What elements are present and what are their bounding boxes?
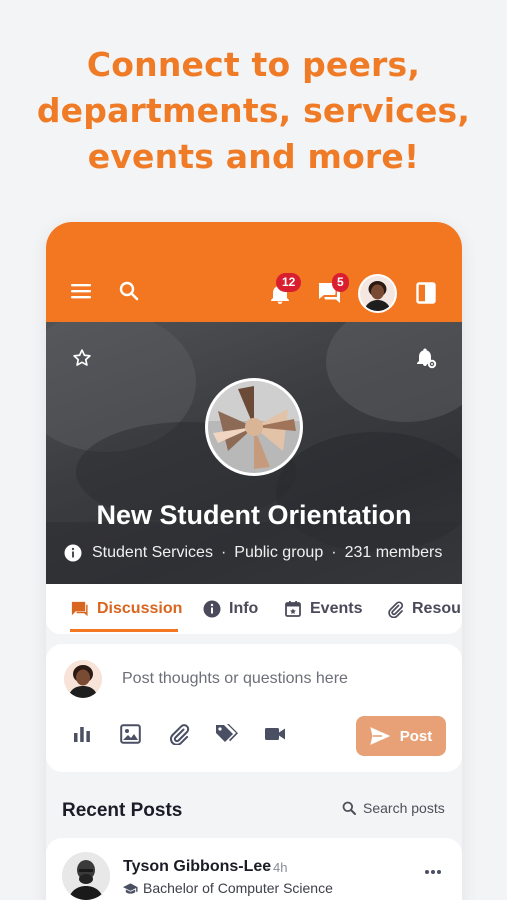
notification-badge: 12 <box>276 273 302 292</box>
group-title: New Student Orientation <box>96 500 412 530</box>
search-icon[interactable] <box>118 280 140 302</box>
search-icon <box>342 801 356 815</box>
post-button-label: Post <box>399 727 433 745</box>
search-posts-label: Search posts <box>363 800 445 816</box>
star-icon[interactable] <box>72 348 92 368</box>
post-composer: Post thoughts or questions here Post <box>46 644 462 772</box>
author-degree: Bachelor of Computer Science <box>123 880 333 896</box>
top-app-bar: 12 5 <box>46 222 462 322</box>
post-time: · 4h <box>265 860 287 875</box>
headline-line-1: Connect to peers, <box>86 45 421 84</box>
recent-posts-heading: Recent Posts <box>62 800 183 821</box>
tab-label: Events <box>310 600 363 617</box>
info-icon <box>203 600 221 618</box>
post-button[interactable]: Post <box>356 716 446 756</box>
calendar-icon <box>285 601 301 617</box>
search-posts-button[interactable]: Search posts <box>342 800 445 816</box>
time-separator: · <box>265 860 270 875</box>
notification-settings-icon[interactable] <box>414 346 438 370</box>
tab-label: Discussion <box>97 600 183 617</box>
tab-label: Resour <box>412 600 462 617</box>
group-member-count[interactable]: 231 members <box>345 544 443 562</box>
post-author[interactable]: Tyson Gibbons-Lee <box>123 858 271 876</box>
post-input[interactable]: Post thoughts or questions here <box>122 670 348 688</box>
group-cover: New Student Orientation Student Services… <box>46 322 462 584</box>
author-avatar[interactable] <box>62 852 110 900</box>
headline-line-2: departments, services, <box>36 91 471 130</box>
post-time-value: 4h <box>272 860 288 875</box>
group-avatar <box>205 378 303 476</box>
menu-icon[interactable] <box>70 282 92 300</box>
tab-events[interactable]: Events <box>284 584 362 634</box>
send-icon <box>370 727 390 745</box>
tag-icon[interactable] <box>215 723 239 750</box>
info-icon[interactable] <box>64 544 82 562</box>
poll-icon[interactable] <box>73 725 91 748</box>
phone-screen: 12 5 New Student Orientation Student Ser… <box>46 222 462 900</box>
video-icon[interactable] <box>264 726 286 747</box>
message-badge: 5 <box>332 273 349 292</box>
group-tabs: Discussion Info Events Resour <box>46 584 462 634</box>
image-icon[interactable] <box>120 724 141 749</box>
headline: Connect to peers, departments, services,… <box>0 42 507 180</box>
active-tab-indicator <box>70 629 178 632</box>
group-organizer[interactable]: Student Services <box>92 544 213 562</box>
group-privacy: Public group <box>234 544 324 561</box>
tab-label: Info <box>229 600 259 617</box>
author-degree-label: Bachelor of Computer Science <box>143 880 333 896</box>
paperclip-icon <box>388 601 404 618</box>
panel-icon[interactable] <box>416 282 436 304</box>
tab-discussion[interactable]: Discussion <box>70 584 182 634</box>
discussion-icon <box>71 601 88 616</box>
post-card[interactable]: Tyson Gibbons-Lee · 4h Bachelor of Compu… <box>46 838 462 900</box>
avatar[interactable] <box>358 274 397 313</box>
meta-separator: · <box>220 544 227 561</box>
tab-resources[interactable]: Resour <box>386 584 462 634</box>
avatar <box>64 660 102 698</box>
tab-info[interactable]: Info <box>203 584 258 634</box>
headline-line-3: events and more! <box>87 137 420 176</box>
attachment-icon[interactable] <box>168 723 190 750</box>
graduation-cap-icon <box>123 882 138 894</box>
meta-separator: · <box>331 544 337 561</box>
more-options-icon[interactable] <box>424 862 442 880</box>
group-meta: Student Services · Public group · 231 me… <box>64 544 454 562</box>
